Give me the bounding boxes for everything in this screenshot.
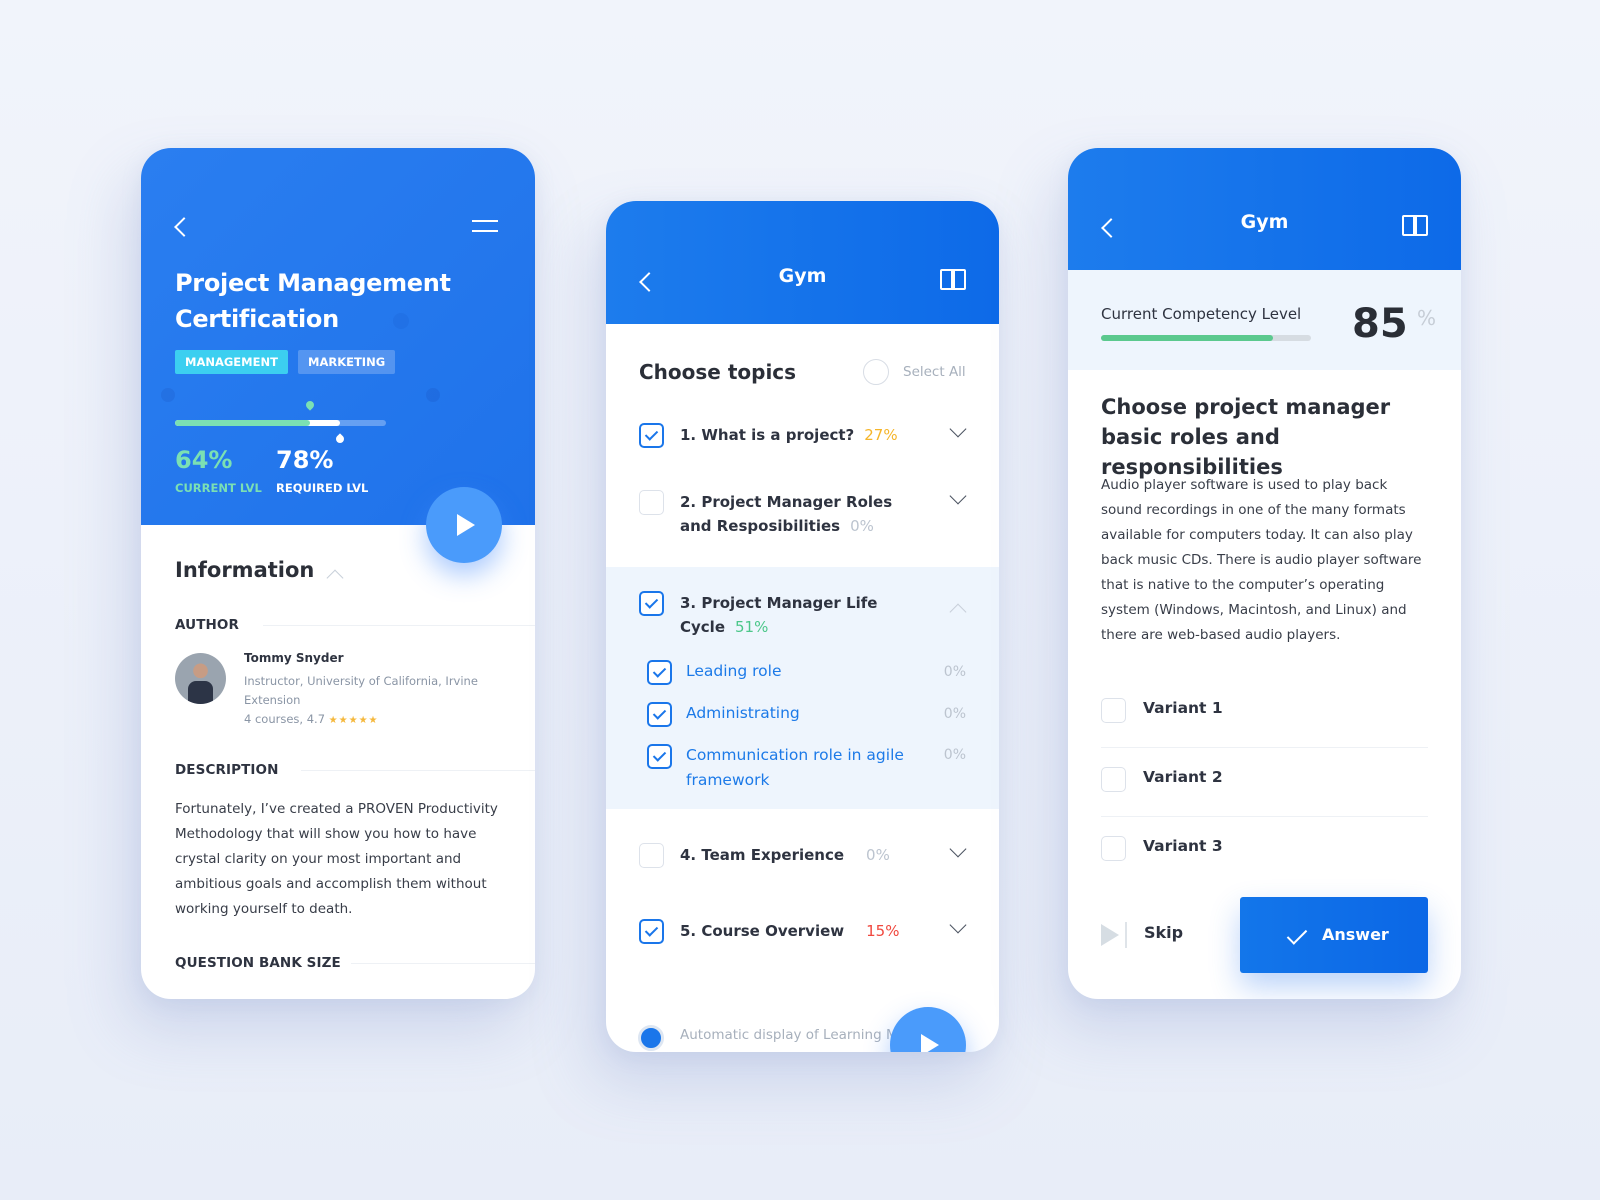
skip-divider — [1125, 922, 1127, 948]
topic-1[interactable]: 1. What is a project? 27% — [680, 423, 898, 447]
topic-3-percent: 51% — [735, 618, 769, 636]
topic-5-checkbox[interactable] — [639, 919, 664, 944]
subtopic-3-checkbox[interactable] — [647, 744, 672, 769]
variant-checkbox[interactable] — [1101, 836, 1126, 861]
variant-option[interactable]: Variant 2 — [1101, 748, 1428, 817]
subtopic-1-percent: 0% — [943, 664, 966, 680]
back-icon[interactable] — [174, 217, 194, 237]
author-role: Instructor, University of California, Ir… — [244, 674, 478, 707]
required-level-marker-icon — [333, 433, 346, 445]
description-heading: DESCRIPTION — [175, 762, 279, 778]
competency-fill — [1101, 335, 1274, 341]
answer-button[interactable]: Answer — [1240, 897, 1428, 973]
subtopic-3[interactable]: Communication role in agile framework — [686, 743, 916, 793]
subtopic-3-percent: 0% — [943, 747, 966, 763]
topic-2-percent: 0% — [850, 517, 874, 535]
variant-label: Variant 2 — [1143, 768, 1223, 786]
variant-option[interactable]: Variant 1 — [1101, 679, 1428, 748]
question-body: Audio player software is used to play ba… — [1101, 477, 1422, 643]
book-icon[interactable] — [1402, 215, 1428, 236]
required-level-label: REQUIRED LVL — [276, 481, 369, 495]
description-text: Fortunately, I’ve created a PROVEN Produ… — [175, 801, 498, 917]
subtopic-2-checkbox[interactable] — [647, 702, 672, 727]
tag-management[interactable]: MANAGEMENT — [175, 350, 288, 374]
divider — [263, 625, 535, 626]
subtopic-2-percent: 0% — [943, 706, 966, 722]
tag-marketing[interactable]: MARKETING — [298, 350, 396, 374]
competency-value: 85 — [1352, 301, 1408, 347]
topics-card: Gym Choose topics Select All 1. What is … — [606, 201, 999, 1052]
expand-chevron-down-icon[interactable] — [949, 487, 967, 505]
topic-2-checkbox[interactable] — [639, 490, 664, 515]
competency-label: Current Competency Level — [1101, 305, 1302, 323]
variant-label: Variant 3 — [1143, 837, 1223, 855]
skip-icon[interactable] — [1101, 924, 1119, 946]
book-icon[interactable] — [940, 269, 966, 290]
variant-checkbox[interactable] — [1101, 767, 1126, 792]
topic-5[interactable]: 5. Course Overview 15% — [680, 919, 899, 943]
current-level-marker-icon — [304, 399, 316, 411]
play-button[interactable] — [890, 1007, 966, 1052]
variant-option[interactable]: Variant 3 — [1101, 817, 1428, 886]
play-icon — [921, 1034, 939, 1052]
author-details: Instructor, University of California, Ir… — [244, 672, 484, 730]
subtopic-1-checkbox[interactable] — [647, 660, 672, 685]
avatar — [175, 653, 226, 704]
play-button[interactable] — [426, 487, 502, 563]
nav-bar: Gym — [606, 201, 999, 324]
topic-4[interactable]: 4. Team Experience 0% — [680, 843, 890, 867]
play-icon — [457, 514, 475, 536]
level-progress-bar — [175, 420, 386, 426]
topic-1-checkbox[interactable] — [639, 423, 664, 448]
select-all-label[interactable]: Select All — [903, 364, 966, 380]
course-title: Project Management Certification — [175, 269, 451, 333]
select-all-radio[interactable] — [863, 359, 889, 385]
author-heading: AUTHOR — [175, 617, 239, 633]
star-rating-icon: ★★★★★ — [328, 715, 379, 726]
nav-bar: Gym — [1068, 148, 1461, 270]
check-icon — [1286, 924, 1308, 945]
collapse-chevron-up-icon[interactable] — [326, 569, 344, 587]
variant-checkbox[interactable] — [1101, 698, 1126, 723]
divider — [301, 770, 535, 771]
course-card: Project Management Certification MANAGEM… — [141, 148, 535, 999]
topic-1-percent: 27% — [864, 426, 898, 444]
topic-4-checkbox[interactable] — [639, 843, 664, 868]
question-card: Gym Current Competency Level 85 % Choose… — [1068, 148, 1461, 999]
current-level-label: CURRENT LVL — [175, 481, 262, 495]
author-stats: 4 courses, 4.7 — [244, 712, 326, 726]
skip-button[interactable]: Skip — [1144, 923, 1183, 942]
required-level-value: 78% — [276, 446, 334, 474]
variant-label: Variant 1 — [1143, 699, 1223, 717]
topic-2[interactable]: 2. Project Manager Roles and Resposibili… — [680, 490, 920, 538]
divider — [351, 963, 535, 964]
subtopic-1[interactable]: Leading role — [686, 659, 916, 684]
menu-icon[interactable] — [472, 220, 498, 234]
current-level-value: 64% — [175, 446, 233, 474]
choose-topics-heading: Choose topics — [639, 360, 797, 384]
current-level-fill — [175, 420, 311, 426]
subtopic-2[interactable]: Administrating — [686, 701, 916, 726]
competency-progress-bar — [1101, 335, 1311, 341]
expand-chevron-down-icon[interactable] — [949, 420, 967, 438]
competency-unit: % — [1417, 306, 1437, 330]
author-name[interactable]: Tommy Snyder — [244, 651, 344, 665]
topic-3-checkbox[interactable] — [639, 591, 664, 616]
topic-4-percent: 0% — [866, 846, 890, 864]
topic-5-percent: 15% — [866, 922, 900, 940]
expand-chevron-down-icon[interactable] — [949, 916, 967, 934]
question-bank-heading: QUESTION BANK SIZE — [175, 955, 341, 971]
auto-display-radio[interactable] — [638, 1025, 664, 1051]
question-title: Choose project manager basic roles and r… — [1101, 395, 1391, 479]
topic-3[interactable]: 3. Project Manager Life Cycle 51% — [680, 591, 890, 639]
information-heading: Information — [175, 558, 315, 582]
expand-chevron-down-icon[interactable] — [949, 840, 967, 858]
course-hero: Project Management Certification MANAGEM… — [141, 148, 535, 525]
